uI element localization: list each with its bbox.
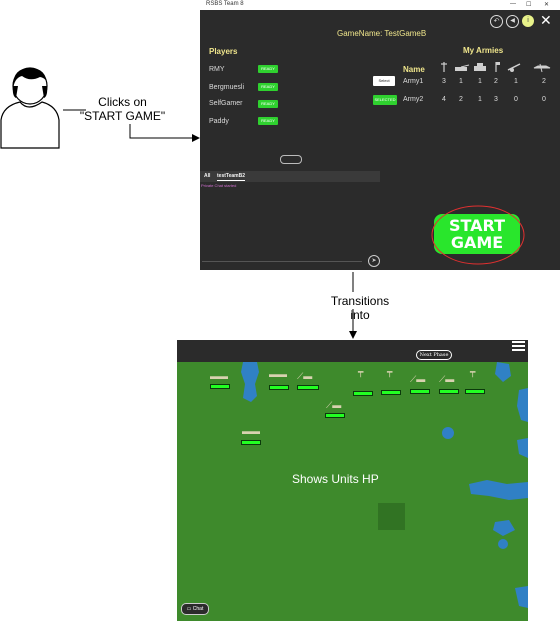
chat-button[interactable]: ▭ Chat — [181, 603, 209, 615]
game-topbar: Next Phase — [177, 340, 528, 362]
lobby-window: RSBS Team 8 — ☐ ✕ ↶ ◀ i ✕ GameName: Test… — [200, 0, 560, 270]
hp-bar — [269, 385, 289, 390]
lobby-window-title: RSBS Team 8 — [206, 1, 244, 7]
transitions-into-caption: Transitions into — [330, 294, 390, 322]
my-armies-heading: My Armies — [463, 46, 504, 55]
ready-badge: READY — [258, 100, 278, 108]
armies-name-header: Name — [403, 65, 425, 74]
tank-unit-icon[interactable]: ▬▬ — [242, 426, 260, 436]
unit-count: 4 — [442, 96, 446, 103]
army-name: Army2 — [403, 96, 424, 103]
minimize-button[interactable]: — — [510, 1, 516, 7]
unit-count: 1 — [459, 78, 463, 85]
ready-badge: READY — [258, 117, 278, 125]
unit-count: 2 — [542, 78, 546, 85]
select-army-button[interactable]: Select — [373, 76, 395, 86]
hp-bar — [241, 440, 261, 445]
unit-count: 1 — [514, 78, 518, 85]
army-name: Army1 — [403, 78, 424, 85]
tank-unit-icon[interactable]: ▬▬ — [269, 369, 287, 379]
player-name: Bergmuesli — [209, 84, 245, 91]
unit-count: 2 — [459, 96, 463, 103]
artillery-unit-icon[interactable]: ⟋▬ — [439, 374, 454, 384]
hp-bar — [381, 390, 401, 395]
game-window: Next Phase ▬▬ ▬▬ ⟋▬ ┯ ┯ ⟋▬ ⟋▬ ┯ ⟋▬ ▬▬ Sh… — [177, 340, 528, 621]
soldier-icon — [441, 62, 447, 72]
player-name: RMY — [209, 66, 225, 73]
chat-status-text: Private Chat started — [201, 183, 237, 188]
game-name: GameName: TestGameB — [337, 29, 427, 38]
next-phase-button[interactable]: Next Phase — [416, 350, 452, 360]
artillery-unit-icon[interactable]: ⟋▬ — [297, 371, 312, 381]
unit-count: 0 — [514, 96, 518, 103]
soldier-unit-icon[interactable]: ┯ — [358, 367, 363, 377]
close-icon[interactable]: ✕ — [540, 12, 552, 28]
players-heading: Players — [209, 47, 238, 56]
shows-units-hp-label: Shows Units HP — [292, 472, 379, 486]
chat-tab-all[interactable]: All — [204, 173, 210, 179]
send-icon[interactable]: ➤ — [368, 255, 380, 267]
hp-bar — [210, 384, 230, 389]
aircraft-icon — [533, 63, 551, 73]
artillery-icon — [507, 63, 521, 72]
ready-badge: READY — [258, 65, 278, 73]
unit-icons-header — [441, 62, 551, 73]
artillery-unit-icon[interactable]: ⟋▬ — [410, 374, 425, 384]
toggle-pill-button[interactable] — [280, 155, 302, 164]
selected-army-button[interactable]: SELECTED — [373, 95, 397, 105]
unit-count: 2 — [494, 78, 498, 85]
back-icon[interactable]: ↶ — [490, 15, 503, 28]
hp-bar — [325, 413, 345, 418]
unit-count: 1 — [478, 96, 482, 103]
window-close-button[interactable]: ✕ — [544, 1, 549, 8]
highlight-circle — [431, 205, 525, 265]
chat-input[interactable] — [202, 261, 362, 262]
unit-count: 0 — [542, 96, 546, 103]
hp-bar — [297, 385, 319, 390]
lobby-titlebar: RSBS Team 8 — ☐ ✕ — [200, 0, 560, 10]
artillery-unit-icon[interactable]: ⟋▬ — [326, 400, 341, 410]
hp-bar — [439, 389, 459, 394]
soldier-unit-icon[interactable]: ┯ — [387, 367, 392, 377]
soldier-unit-icon[interactable]: ┯ — [470, 367, 475, 377]
player-name: SelfGamer — [209, 100, 243, 107]
unit-count: 3 — [442, 78, 446, 85]
unit-count: 1 — [478, 78, 482, 85]
hp-bar — [465, 389, 485, 394]
tank-icon — [455, 64, 470, 71]
hp-bar — [353, 391, 373, 396]
game-map[interactable]: ▬▬ ▬▬ ⟋▬ ┯ ┯ ⟋▬ ⟋▬ ┯ ⟋▬ ▬▬ Shows Units H… — [177, 362, 528, 621]
flag-icon — [495, 62, 500, 72]
chat-button-label: Chat — [192, 606, 204, 612]
menu-icon[interactable] — [512, 340, 525, 351]
info-icon[interactable]: i — [522, 15, 534, 27]
player-name: Paddy — [209, 118, 229, 125]
maximize-button[interactable]: ☐ — [526, 1, 531, 8]
unit-count: 3 — [494, 96, 498, 103]
hp-bar — [410, 389, 430, 394]
heavy-tank-icon — [474, 63, 486, 71]
sound-icon[interactable]: ◀ — [506, 15, 519, 28]
chat-tab-testteamb2[interactable]: testTeamB2 — [217, 173, 245, 181]
ready-badge: READY — [258, 83, 278, 91]
tank-unit-icon[interactable]: ▬▬ — [210, 371, 228, 381]
water-areas — [241, 362, 528, 608]
